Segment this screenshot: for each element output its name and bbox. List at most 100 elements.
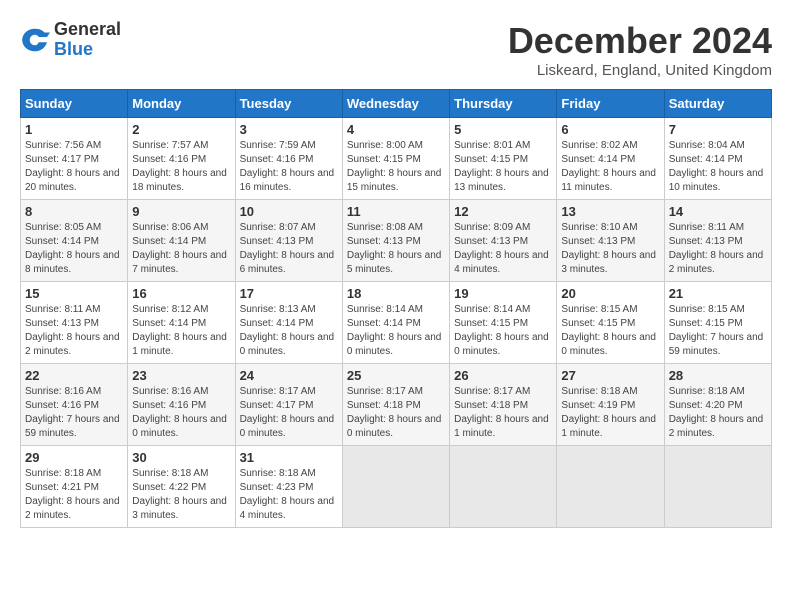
day-number: 29 [25,450,123,465]
header-day-friday: Friday [557,90,664,118]
day-detail: Sunrise: 8:15 AM Sunset: 4:15 PM Dayligh… [561,303,659,359]
location: Liskeard, England, United Kingdom [508,62,772,79]
day-cell: 29 Sunrise: 8:18 AM Sunset: 4:21 PM Dayl… [21,446,128,528]
day-detail: Sunrise: 8:16 AM Sunset: 4:16 PM Dayligh… [132,385,230,441]
day-detail: Sunrise: 8:14 AM Sunset: 4:14 PM Dayligh… [347,303,445,359]
day-number: 4 [347,122,445,137]
day-number: 20 [561,286,659,301]
day-number: 15 [25,286,123,301]
day-detail: Sunrise: 8:07 AM Sunset: 4:13 PM Dayligh… [240,221,338,277]
header-day-wednesday: Wednesday [342,90,449,118]
day-number: 21 [669,286,767,301]
header-day-sunday: Sunday [21,90,128,118]
calendar-body: 1 Sunrise: 7:56 AM Sunset: 4:17 PM Dayli… [21,118,772,528]
day-number: 11 [347,204,445,219]
day-detail: Sunrise: 8:16 AM Sunset: 4:16 PM Dayligh… [25,385,123,441]
day-detail: Sunrise: 7:59 AM Sunset: 4:16 PM Dayligh… [240,139,338,195]
day-number: 6 [561,122,659,137]
day-number: 12 [454,204,552,219]
logo-icon [20,25,50,55]
day-detail: Sunrise: 8:17 AM Sunset: 4:17 PM Dayligh… [240,385,338,441]
day-cell: 16 Sunrise: 8:12 AM Sunset: 4:14 PM Dayl… [128,282,235,364]
day-number: 13 [561,204,659,219]
day-detail: Sunrise: 8:00 AM Sunset: 4:15 PM Dayligh… [347,139,445,195]
day-detail: Sunrise: 8:01 AM Sunset: 4:15 PM Dayligh… [454,139,552,195]
day-cell: 30 Sunrise: 8:18 AM Sunset: 4:22 PM Dayl… [128,446,235,528]
day-cell: 28 Sunrise: 8:18 AM Sunset: 4:20 PM Dayl… [664,364,771,446]
day-cell: 17 Sunrise: 8:13 AM Sunset: 4:14 PM Dayl… [235,282,342,364]
day-cell: 15 Sunrise: 8:11 AM Sunset: 4:13 PM Dayl… [21,282,128,364]
day-number: 25 [347,368,445,383]
day-detail: Sunrise: 8:18 AM Sunset: 4:22 PM Dayligh… [132,467,230,523]
day-number: 23 [132,368,230,383]
day-detail: Sunrise: 8:17 AM Sunset: 4:18 PM Dayligh… [454,385,552,441]
day-detail: Sunrise: 8:09 AM Sunset: 4:13 PM Dayligh… [454,221,552,277]
day-detail: Sunrise: 8:04 AM Sunset: 4:14 PM Dayligh… [669,139,767,195]
day-cell: 23 Sunrise: 8:16 AM Sunset: 4:16 PM Dayl… [128,364,235,446]
header-day-tuesday: Tuesday [235,90,342,118]
day-detail: Sunrise: 8:17 AM Sunset: 4:18 PM Dayligh… [347,385,445,441]
day-detail: Sunrise: 7:57 AM Sunset: 4:16 PM Dayligh… [132,139,230,195]
day-number: 24 [240,368,338,383]
day-cell: 22 Sunrise: 8:16 AM Sunset: 4:16 PM Dayl… [21,364,128,446]
day-number: 19 [454,286,552,301]
day-number: 18 [347,286,445,301]
page-header: General Blue December 2024 Liskeard, Eng… [20,20,772,79]
day-number: 2 [132,122,230,137]
day-number: 14 [669,204,767,219]
day-cell: 14 Sunrise: 8:11 AM Sunset: 4:13 PM Dayl… [664,200,771,282]
day-number: 22 [25,368,123,383]
logo-text: General Blue [54,20,121,60]
week-row-5: 29 Sunrise: 8:18 AM Sunset: 4:21 PM Dayl… [21,446,772,528]
day-cell: 27 Sunrise: 8:18 AM Sunset: 4:19 PM Dayl… [557,364,664,446]
week-row-1: 1 Sunrise: 7:56 AM Sunset: 4:17 PM Dayli… [21,118,772,200]
day-cell: 21 Sunrise: 8:15 AM Sunset: 4:15 PM Dayl… [664,282,771,364]
day-cell: 2 Sunrise: 7:57 AM Sunset: 4:16 PM Dayli… [128,118,235,200]
day-number: 31 [240,450,338,465]
day-detail: Sunrise: 8:14 AM Sunset: 4:15 PM Dayligh… [454,303,552,359]
day-cell: 1 Sunrise: 7:56 AM Sunset: 4:17 PM Dayli… [21,118,128,200]
day-detail: Sunrise: 8:18 AM Sunset: 4:20 PM Dayligh… [669,385,767,441]
day-cell [557,446,664,528]
week-row-2: 8 Sunrise: 8:05 AM Sunset: 4:14 PM Dayli… [21,200,772,282]
title-block: December 2024 Liskeard, England, United … [508,20,772,79]
day-cell: 18 Sunrise: 8:14 AM Sunset: 4:14 PM Dayl… [342,282,449,364]
header-day-thursday: Thursday [450,90,557,118]
header-day-saturday: Saturday [664,90,771,118]
month-title: December 2024 [508,20,772,62]
day-cell [450,446,557,528]
logo-general: General [54,20,121,40]
day-detail: Sunrise: 8:15 AM Sunset: 4:15 PM Dayligh… [669,303,767,359]
day-detail: Sunrise: 8:11 AM Sunset: 4:13 PM Dayligh… [25,303,123,359]
day-number: 17 [240,286,338,301]
day-number: 3 [240,122,338,137]
day-cell: 11 Sunrise: 8:08 AM Sunset: 4:13 PM Dayl… [342,200,449,282]
day-cell: 10 Sunrise: 8:07 AM Sunset: 4:13 PM Dayl… [235,200,342,282]
day-cell: 20 Sunrise: 8:15 AM Sunset: 4:15 PM Dayl… [557,282,664,364]
header-day-monday: Monday [128,90,235,118]
day-number: 1 [25,122,123,137]
day-number: 5 [454,122,552,137]
day-detail: Sunrise: 8:18 AM Sunset: 4:23 PM Dayligh… [240,467,338,523]
day-cell [342,446,449,528]
calendar-header: SundayMondayTuesdayWednesdayThursdayFrid… [21,90,772,118]
day-number: 30 [132,450,230,465]
logo-blue: Blue [54,40,121,60]
day-detail: Sunrise: 8:02 AM Sunset: 4:14 PM Dayligh… [561,139,659,195]
calendar-table: SundayMondayTuesdayWednesdayThursdayFrid… [20,89,772,528]
day-detail: Sunrise: 8:13 AM Sunset: 4:14 PM Dayligh… [240,303,338,359]
day-number: 8 [25,204,123,219]
day-detail: Sunrise: 8:18 AM Sunset: 4:21 PM Dayligh… [25,467,123,523]
day-cell: 3 Sunrise: 7:59 AM Sunset: 4:16 PM Dayli… [235,118,342,200]
day-number: 7 [669,122,767,137]
day-cell: 24 Sunrise: 8:17 AM Sunset: 4:17 PM Dayl… [235,364,342,446]
day-detail: Sunrise: 8:05 AM Sunset: 4:14 PM Dayligh… [25,221,123,277]
day-detail: Sunrise: 8:06 AM Sunset: 4:14 PM Dayligh… [132,221,230,277]
day-cell: 12 Sunrise: 8:09 AM Sunset: 4:13 PM Dayl… [450,200,557,282]
week-row-3: 15 Sunrise: 8:11 AM Sunset: 4:13 PM Dayl… [21,282,772,364]
day-cell: 25 Sunrise: 8:17 AM Sunset: 4:18 PM Dayl… [342,364,449,446]
day-detail: Sunrise: 8:18 AM Sunset: 4:19 PM Dayligh… [561,385,659,441]
header-row: SundayMondayTuesdayWednesdayThursdayFrid… [21,90,772,118]
day-cell: 8 Sunrise: 8:05 AM Sunset: 4:14 PM Dayli… [21,200,128,282]
day-detail: Sunrise: 8:08 AM Sunset: 4:13 PM Dayligh… [347,221,445,277]
